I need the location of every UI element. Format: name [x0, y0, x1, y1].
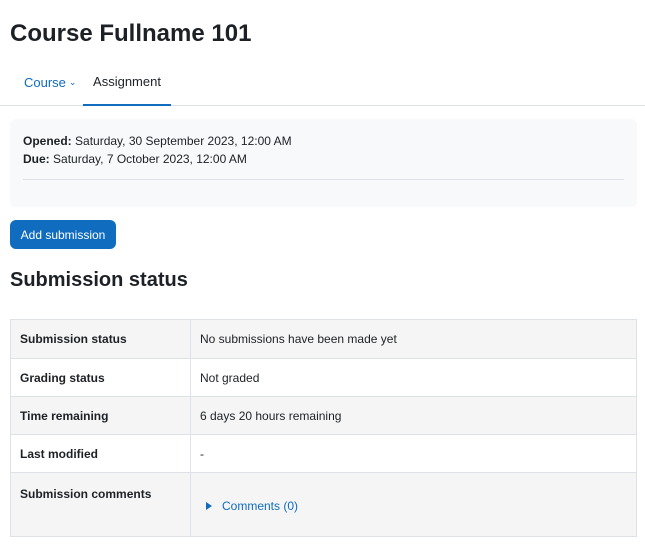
activity-dates: Opened: Saturday, 30 September 2023, 12:…: [10, 119, 637, 207]
tab-course[interactable]: Course ⌄: [10, 58, 90, 106]
tab-course-label: Course: [24, 74, 66, 90]
table-row: Last modified -: [10, 434, 637, 473]
caret-right-icon: [206, 502, 212, 510]
tab-assignment-label: Assignment: [93, 73, 161, 89]
comments-toggle[interactable]: Comments (0): [200, 499, 298, 513]
opened-date: Opened: Saturday, 30 September 2023, 12:…: [23, 134, 292, 148]
row-value: 6 days 20 hours remaining: [190, 396, 637, 435]
comments-label: Comments (0): [222, 499, 299, 513]
due-label: Due:: [23, 152, 50, 166]
row-value: Comments (0): [190, 472, 637, 537]
submission-status-table: Submission status No submissions have be…: [10, 319, 637, 537]
row-value: -: [190, 434, 637, 473]
table-row: Submission comments Comments (0): [10, 472, 637, 537]
table-row: Grading status Not graded: [10, 358, 637, 397]
page-title: Course Fullname 101: [10, 20, 252, 47]
row-key: Submission comments: [10, 472, 191, 537]
dates-divider: [23, 179, 624, 180]
chevron-down-icon: ⌄: [68, 76, 77, 87]
submission-status-heading: Submission status: [10, 269, 188, 291]
row-value: No submissions have been made yet: [190, 319, 637, 359]
due-date: Due: Saturday, 7 October 2023, 12:00 AM: [23, 152, 247, 166]
row-key: Submission status: [10, 319, 191, 359]
opened-value: Saturday, 30 September 2023, 12:00 AM: [75, 134, 292, 148]
secondary-navigation: Course ⌄ Assignment: [0, 58, 645, 106]
row-key: Time remaining: [10, 396, 191, 435]
row-key: Grading status: [10, 358, 191, 397]
opened-label: Opened:: [23, 134, 72, 148]
row-key: Last modified: [10, 434, 191, 473]
table-row: Time remaining 6 days 20 hours remaining: [10, 396, 637, 435]
table-row: Submission status No submissions have be…: [10, 319, 637, 359]
add-submission-button[interactable]: Add submission: [10, 220, 116, 249]
due-value: Saturday, 7 October 2023, 12:00 AM: [53, 152, 247, 166]
tab-assignment[interactable]: Assignment: [83, 58, 171, 106]
row-value: Not graded: [190, 358, 637, 397]
